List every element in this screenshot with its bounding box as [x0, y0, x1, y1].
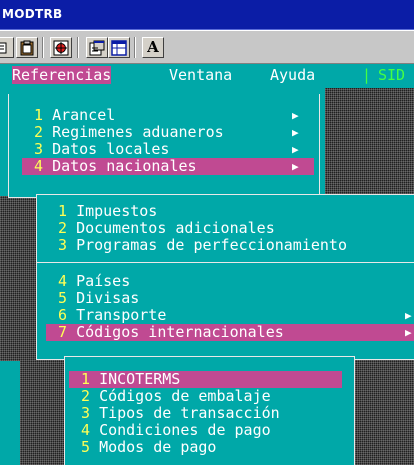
- window-button[interactable]: [108, 37, 130, 58]
- shadow-pattern: [355, 360, 414, 465]
- paste-button[interactable]: [0, 37, 14, 58]
- menu-item-arancel[interactable]: 1 Arancel: [34, 107, 115, 124]
- menu-item-paises[interactable]: 4 Países: [58, 273, 130, 290]
- menu-item-transporte[interactable]: 6 Transporte: [58, 307, 166, 324]
- window-title: MODTRB: [2, 7, 63, 21]
- menu-item-regimenes-aduaneros[interactable]: 2 Regimenes aduaneros: [34, 124, 224, 141]
- terminal-screen: Referencias Ventana Ayuda | SID 1 Arance…: [0, 64, 414, 465]
- menu-item-programas-de-perfeccionamiento[interactable]: 3 Programas de perfeccionamiento: [58, 237, 347, 254]
- submenu-arrow-icon: ▶: [292, 143, 299, 156]
- menu-bar: Referencias Ventana Ayuda | SID: [0, 64, 414, 86]
- menu-item-documentos-adicionales[interactable]: 2 Documentos adicionales: [58, 220, 275, 237]
- menu-item-condiciones-de-pago[interactable]: 4 Condiciones de pago: [81, 422, 271, 439]
- menu-item-tipos-de-transaccion[interactable]: 3 Tipos de transacción: [81, 405, 280, 422]
- menu-item-codigos-internacionales[interactable]: 7 Códigos internacionales: [46, 324, 414, 341]
- shadow-pattern: [20, 360, 64, 465]
- menu-ayuda[interactable]: Ayuda: [270, 66, 315, 84]
- font-button[interactable]: A: [142, 37, 164, 58]
- menu-item-datos-nacionales[interactable]: 4 Datos nacionales: [22, 158, 314, 175]
- submenu-arrow-icon: ▶: [292, 160, 299, 173]
- menu-item-impuestos[interactable]: 1 Impuestos: [58, 203, 157, 220]
- menu-codigos-internacionales-submenu: 1 INCOTERMS 2 Códigos de embalaje 3 Tipo…: [64, 356, 355, 465]
- menu-item-datos-locales[interactable]: 3 Datos locales: [34, 141, 169, 158]
- properties-button[interactable]: [86, 37, 108, 58]
- toolbar-separator: [134, 37, 136, 58]
- submenu-arrow-icon: ▶: [292, 126, 299, 139]
- toolbar: A: [0, 30, 414, 64]
- menu-ventana[interactable]: Ventana: [169, 66, 232, 84]
- toolbar-separator: [77, 37, 79, 58]
- title-bar: MODTRB: [0, 0, 414, 30]
- shadow-pattern: [325, 88, 414, 196]
- toolbar-separator: [42, 37, 44, 58]
- menu-sid[interactable]: SID: [378, 66, 405, 84]
- submenu-arrow-icon: ▶: [292, 109, 299, 122]
- menu-item-incoterms[interactable]: 1 INCOTERMS: [69, 371, 342, 388]
- menu-item-codigos-de-embalaje[interactable]: 2 Códigos de embalaje: [81, 388, 271, 405]
- clipboard-button[interactable]: [16, 37, 38, 58]
- submenu-arrow-icon: ▶: [405, 326, 412, 339]
- shadow-pattern: [0, 196, 36, 361]
- menu-separator: |: [362, 66, 372, 84]
- menu-referencias[interactable]: Referencias: [12, 66, 112, 84]
- menu-referencias-dropdown: 1 Arancel ▶ 2 Regimenes aduaneros ▶ 3 Da…: [8, 94, 320, 198]
- menu-datos-nacionales-submenu: 1 Impuestos 2 Documentos adicionales 3 P…: [36, 194, 414, 360]
- submenu-arrow-icon: ▶: [405, 309, 412, 322]
- menu-item-modos-de-pago[interactable]: 5 Modos de pago: [81, 439, 216, 456]
- font-icon: A: [147, 38, 159, 56]
- menu-item-divisas[interactable]: 5 Divisas: [58, 290, 139, 307]
- target-button[interactable]: [50, 37, 72, 58]
- menu-divider: [37, 262, 414, 263]
